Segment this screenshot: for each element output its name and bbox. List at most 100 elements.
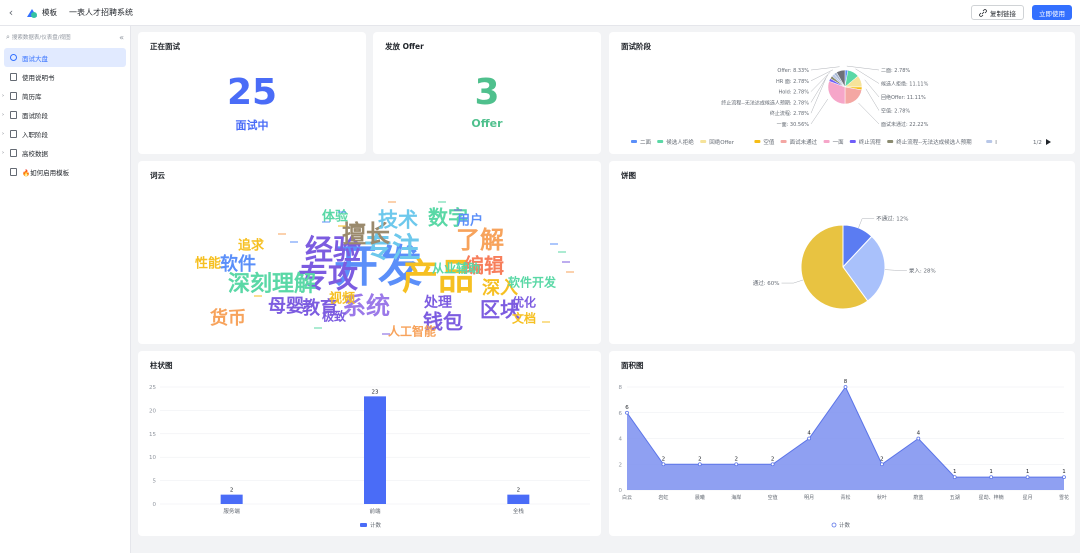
area-category-label: 空值 (768, 494, 778, 501)
word-cloud-word: 软件开发 (508, 275, 557, 290)
bar-y-tick: 0 (153, 502, 157, 508)
stage-legend-swatch (754, 140, 761, 143)
sidebar-item-5[interactable]: › 高校数据 (2, 143, 126, 162)
word-cloud-minor-word (562, 261, 570, 263)
area-category-label: 晨曦 (695, 494, 705, 501)
sidebar-item-3[interactable]: › 面试阶段 (2, 105, 126, 124)
interviewing-count: 25 (226, 72, 278, 113)
bar-category-label: 服务端 (223, 507, 240, 515)
area-value-label: 2 (698, 456, 702, 462)
use-now-button[interactable]: 立即使用 (1032, 5, 1072, 20)
area-legend-label: 计数 (839, 521, 851, 529)
word-cloud-minor-word (254, 295, 262, 297)
word-cloud-word: 性能 (195, 256, 221, 272)
expand-arrow-icon[interactable]: › (2, 112, 4, 118)
area-category-label: 雪花 (1059, 494, 1069, 501)
sidebar-item-0[interactable]: 面试大盘 (4, 48, 126, 67)
stage-slice-label: 候选人拒绝: 11.11% (881, 81, 929, 88)
area-value-label: 1 (1062, 469, 1066, 475)
bar-y-tick: 5 (153, 479, 157, 485)
word-cloud-minor-word (338, 225, 346, 227)
copy-link-button[interactable]: 复制链接 (971, 5, 1024, 20)
sidebar-search[interactable]: ⌕ 搜索数据表/仪表盘/视图 « (0, 26, 130, 48)
wordcloud-card[interactable]: 词云 开发 产品 专攻 经验 专注 擅长 深刻理解 系统 了解 技术 数字 编辑 区块 钱包 软件 母婴 教育深… (138, 161, 601, 344)
area-point (952, 475, 957, 480)
copy-link-label: 复制链接 (990, 9, 1016, 18)
area-y-tick: 0 (619, 488, 623, 494)
interviewing-card[interactable]: 正在面试 25 面试中 (138, 32, 366, 154)
stage-card[interactable]: 面试阶段 二面: 2.78% 候选人拒绝: 11.11% 回绝Offer: 11.1… (609, 32, 1075, 154)
stage-legend-swatch (986, 140, 993, 143)
pie-card[interactable]: 饼图 不通过: 12% 录入: 28% 通过: 60% (609, 161, 1075, 344)
expand-arrow-icon[interactable]: › (2, 131, 4, 137)
stage-legend-item: I (995, 140, 997, 146)
stage-legend-item: 回绝Offer (709, 138, 735, 146)
sidebar-item-1[interactable]: 使用说明书 (4, 67, 126, 86)
area-category-label: 海岸 (731, 494, 741, 501)
legend-next-icon (1046, 139, 1051, 145)
area-category-label: 秋叶 (877, 494, 887, 501)
sidebar-item-6[interactable]: 🔥如何启用模板 (4, 162, 126, 181)
sidebar: ⌕ 搜索数据表/仪表盘/视图 « 面试大盘 使用说明书 › 简历库 › 面试阶段 › 入职阶段… (0, 26, 131, 553)
word-cloud-minor-word (314, 327, 322, 329)
word-cloud-minor-word (278, 233, 286, 235)
expand-arrow-icon[interactable]: › (2, 93, 4, 99)
area-y-tick: 4 (619, 437, 623, 443)
offer-card[interactable]: 发放 Offer 3 Offer (373, 32, 601, 154)
area-point (625, 410, 629, 415)
stage-label-leader (810, 71, 831, 92)
sidebar-item-label: 🔥如何启用模板 (22, 168, 70, 177)
bar-card[interactable]: 柱状图 0 5 10 15 20 25 2 服务端 23 前端 2 全栈 计数 (138, 351, 601, 536)
stage-legend-swatch (887, 140, 894, 143)
area-card[interactable]: 面积图 0 2 4 6 8 6 白云 2 岩虹 2 晨曦 2 海岸 2 空值 4 明月 8 青松 2 秋叶 4 蔚蓝 1 五湖 1… (609, 351, 1075, 536)
collapse-sidebar-icon[interactable]: « (119, 33, 124, 42)
word-cloud-word: 优化 (512, 295, 536, 310)
stage-legend-swatch (823, 140, 830, 143)
pie-chart: 不通过: 12% 录入: 28% 通过: 60% (753, 215, 936, 310)
area-point (697, 462, 702, 467)
area-legend-swatch (831, 522, 837, 528)
sidebar-item-4[interactable]: › 入职阶段 (2, 124, 126, 143)
word-cloud-minor-word (558, 251, 566, 253)
interviewing-label: 面试中 (235, 119, 269, 132)
stage-slice-label: 面试未通过: 22.22% (881, 121, 929, 128)
table-icon (10, 72, 17, 81)
app-title: 一表人才招聘系统 (69, 8, 133, 17)
stage-legend-item: 终止流程 (859, 138, 882, 146)
word-cloud: 开发产品专攻经验 专注擅长深刻理解系统了解技术 数字编辑区块钱包软件母婴教育深入货币… (195, 201, 574, 339)
word-cloud-minor-word (566, 271, 574, 273)
area-category-label: 五湖 (950, 494, 960, 501)
bar-legend-swatch (360, 523, 367, 527)
bar-mark (507, 494, 530, 504)
area-category-label: 岩虹 (658, 494, 668, 501)
area-value-label: 8 (844, 379, 848, 385)
area-point (734, 462, 739, 467)
stage-legend-swatch (849, 140, 856, 143)
stage-label-leader (810, 66, 840, 71)
bar-value-label: 23 (372, 389, 379, 395)
stage-slice-label: HR 面: 2.78% (776, 79, 809, 85)
pie-label-leader (884, 269, 907, 271)
stage-label-leader (858, 102, 880, 125)
area-category-label: 明月 (804, 495, 814, 501)
card-title: 正在面试 (150, 42, 180, 51)
sidebar-item-label: 面试阶段 (22, 111, 48, 120)
word-cloud-minor-word (454, 209, 462, 211)
card-title: 发放 Offer (385, 42, 424, 51)
area-point (807, 436, 811, 441)
bar-value-label: 2 (230, 488, 234, 494)
word-cloud-word: 人工智能 (388, 324, 436, 339)
stage-slice-label: Hold: 2.78% (778, 90, 809, 96)
area-value-label: 4 (807, 431, 811, 437)
stage-label-leader (810, 74, 829, 103)
stage-legend-page: 1/2 (1033, 140, 1042, 146)
area-point (1062, 475, 1066, 480)
table-icon (10, 110, 17, 119)
pie-slice-label: 录入: 28% (909, 266, 936, 274)
expand-arrow-icon[interactable]: › (2, 150, 4, 156)
stage-pie-chart: 二面: 2.78% 候选人拒绝: 11.11% 回绝Offer: 11.11% 空值:… (631, 65, 1051, 146)
word-cloud-word: 追求 (238, 238, 265, 254)
back-chevron-icon[interactable]: ‹ (2, 6, 20, 19)
sidebar-item-2[interactable]: › 简历库 (2, 86, 126, 105)
top-bar: ‹ 模板 一表人才招聘系统 复制链接 立即使用 (0, 0, 1080, 26)
